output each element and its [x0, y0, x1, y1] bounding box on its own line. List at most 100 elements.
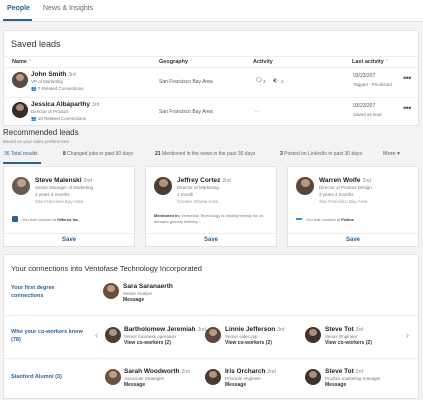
lead-connections[interactable]: 👥 7 Related Connections — [31, 86, 83, 92]
connection-name-link[interactable]: Steve Tot 3rd — [325, 368, 363, 375]
lead-title: VP of Marketing — [31, 79, 63, 84]
lead-news-mention: Mentioned in: Ventofase Technology is le… — [154, 213, 265, 224]
avatar — [105, 369, 121, 385]
avatar — [105, 327, 121, 343]
coworkers-know-link[interactable]: Who your co-workers know (78) — [11, 328, 91, 344]
filter-posted-on-linkedin[interactable]: 3 Posted on LinkedIn in past 30 days — [280, 151, 362, 157]
connections-title: Your connections into Ventofase Technolo… — [11, 264, 202, 273]
company-logo-icon — [12, 216, 18, 222]
connection-role: Senior Engineer — [325, 334, 358, 339]
divider — [146, 233, 276, 234]
connection-role: Senior Analyst — [123, 291, 152, 296]
last-activity-note: Tagged - Prioritized — [353, 82, 392, 87]
active-filter-indicator — [3, 162, 41, 164]
avatar — [205, 369, 221, 385]
avatar — [103, 283, 119, 299]
divider — [4, 358, 418, 359]
lead-tenure: 3 years 4 months — [35, 192, 70, 197]
connections-icon: 👥 — [31, 116, 38, 121]
connections-icon: 👥 — [31, 86, 38, 91]
last-activity-note: Saved as lead — [353, 112, 382, 117]
view-coworkers-link[interactable]: View co-workers (2) — [124, 340, 171, 346]
chevron-right-icon[interactable]: › — [406, 330, 409, 340]
tab-people[interactable]: People — [7, 5, 30, 12]
connection-role: Senior sales rep — [225, 334, 258, 339]
divider — [4, 315, 418, 316]
avatar — [12, 102, 28, 118]
divider — [288, 233, 418, 234]
lead-connections[interactable]: 👥 10 Related Connections — [31, 116, 86, 122]
chevron-left-icon[interactable]: ‹ — [95, 330, 98, 340]
recommended-lead-card[interactable]: Warren Wolfe 2nd Director of Product Desi… — [287, 166, 419, 247]
tag-count: 2 — [281, 79, 284, 84]
avatar — [305, 369, 321, 385]
column-header-last-activity[interactable]: Last activity⌃ — [352, 59, 389, 65]
first-degree-connections-link[interactable]: Your first degree connections — [11, 284, 81, 300]
lead-title: Director of Product — [31, 109, 69, 114]
top-tab-bar: People News & Insights — [0, 0, 423, 22]
column-header-activity[interactable]: Activity — [253, 59, 273, 65]
message-link[interactable]: Message — [225, 382, 246, 388]
activity-empty: - - — [255, 109, 260, 114]
lead-name-link[interactable]: Warren Wolfe 2nd — [319, 177, 371, 184]
tab-news-insights[interactable]: News & Insights — [43, 5, 93, 12]
view-coworkers-link[interactable]: View co-workers (2) — [225, 340, 272, 346]
lead-location: San Francisco Bay Area — [319, 199, 368, 204]
tag-icon[interactable]: ⬖ — [273, 77, 278, 84]
connections-card: Your connections into Ventofase Technolo… — [3, 254, 419, 399]
recommended-leads-subtitle: Based on your sales preferences — [3, 139, 69, 144]
save-lead-button[interactable]: Save — [146, 237, 276, 243]
divider — [4, 233, 134, 234]
message-link[interactable]: Message — [124, 382, 145, 388]
connection-name-link[interactable]: Iris Orcharch 2nd — [225, 368, 276, 375]
alumni-link[interactable]: Stanford Alumni (3) — [11, 373, 62, 381]
connection-name-link[interactable]: Bartholomew Jeremiah 2nd — [124, 326, 206, 333]
chevron-down-icon: ▾ — [397, 151, 400, 157]
lead-title: Director of Marketing — [177, 185, 219, 190]
save-lead-button[interactable]: Save — [4, 237, 134, 243]
lead-title: Director of Product Design — [319, 185, 372, 190]
recommended-lead-card[interactable]: Jeffrey Cortez 2nd Director of Marketing … — [145, 166, 277, 247]
lead-title: Senior Manager of Marketing — [35, 185, 94, 190]
active-tab-indicator — [3, 19, 32, 21]
recommended-leads-title: Recommended leads — [3, 128, 79, 137]
lead-tenure: 1 month — [177, 192, 194, 197]
lead-name-link[interactable]: John Smith 3rd — [31, 71, 76, 78]
last-activity-date: 03/23/207 — [353, 73, 376, 79]
filter-total-results[interactable]: 36 Total results — [4, 151, 38, 157]
connection-role: Product marketing manager — [325, 376, 381, 381]
divider — [4, 56, 418, 57]
more-options-icon[interactable]: ••• — [403, 73, 411, 83]
lead-tenure: 3 years 4 months — [319, 192, 354, 197]
filter-mentioned-in-news[interactable]: 21 Mentioned in the news in the past 30 … — [155, 151, 255, 157]
last-activity-date: 03/23/207 — [353, 103, 376, 109]
lead-name-link[interactable]: Jeffrey Cortez 2nd — [177, 177, 231, 184]
lead-name-link[interactable]: Jessica Albaparthy 3rd — [31, 101, 99, 108]
filter-changed-jobs[interactable]: 8 Changed jobs in past 90 days — [63, 151, 133, 157]
avatar — [12, 177, 30, 195]
column-header-name[interactable]: Name⌃ — [12, 59, 32, 65]
view-coworkers-link[interactable]: View co-workers (2) — [325, 340, 372, 346]
lead-location: Greater Atlanta Area — [177, 199, 218, 204]
recommended-lead-card[interactable]: Steve Malenski 2nd Senior Manager of Mark… — [3, 166, 135, 247]
column-header-geography[interactable]: Geography⌃ — [159, 59, 193, 65]
message-link[interactable]: Message — [325, 382, 346, 388]
company-logo-icon — [296, 218, 302, 220]
avatar — [305, 327, 321, 343]
connection-name-link[interactable]: Sarah Woodworth 2nd — [124, 368, 190, 375]
lead-name-link[interactable]: Steve Malenski 2nd — [35, 177, 92, 184]
connection-name-link[interactable]: Sara Saranaerth — [123, 283, 173, 290]
avatar — [205, 327, 221, 343]
connection-name-link[interactable]: Steve Tot 3rd — [325, 326, 363, 333]
saved-leads-card: Saved leads Name⌃ Geography⌃ Activity La… — [3, 30, 419, 126]
divider — [4, 67, 418, 68]
comment-icon[interactable]: 🗨 — [255, 77, 263, 84]
save-lead-button[interactable]: Save — [288, 237, 418, 243]
message-link[interactable]: Message — [123, 297, 144, 303]
more-options-icon[interactable]: ••• — [403, 103, 411, 113]
connection-name-link[interactable]: Linnie Jefferson 3rd — [225, 326, 284, 333]
more-filters-button[interactable]: More ▾ — [383, 151, 400, 157]
connection-role: Associate Strategist — [124, 376, 164, 381]
lead-location: San Francisco Bay Area — [35, 199, 84, 204]
connection-role: Senior business operation — [124, 334, 177, 339]
